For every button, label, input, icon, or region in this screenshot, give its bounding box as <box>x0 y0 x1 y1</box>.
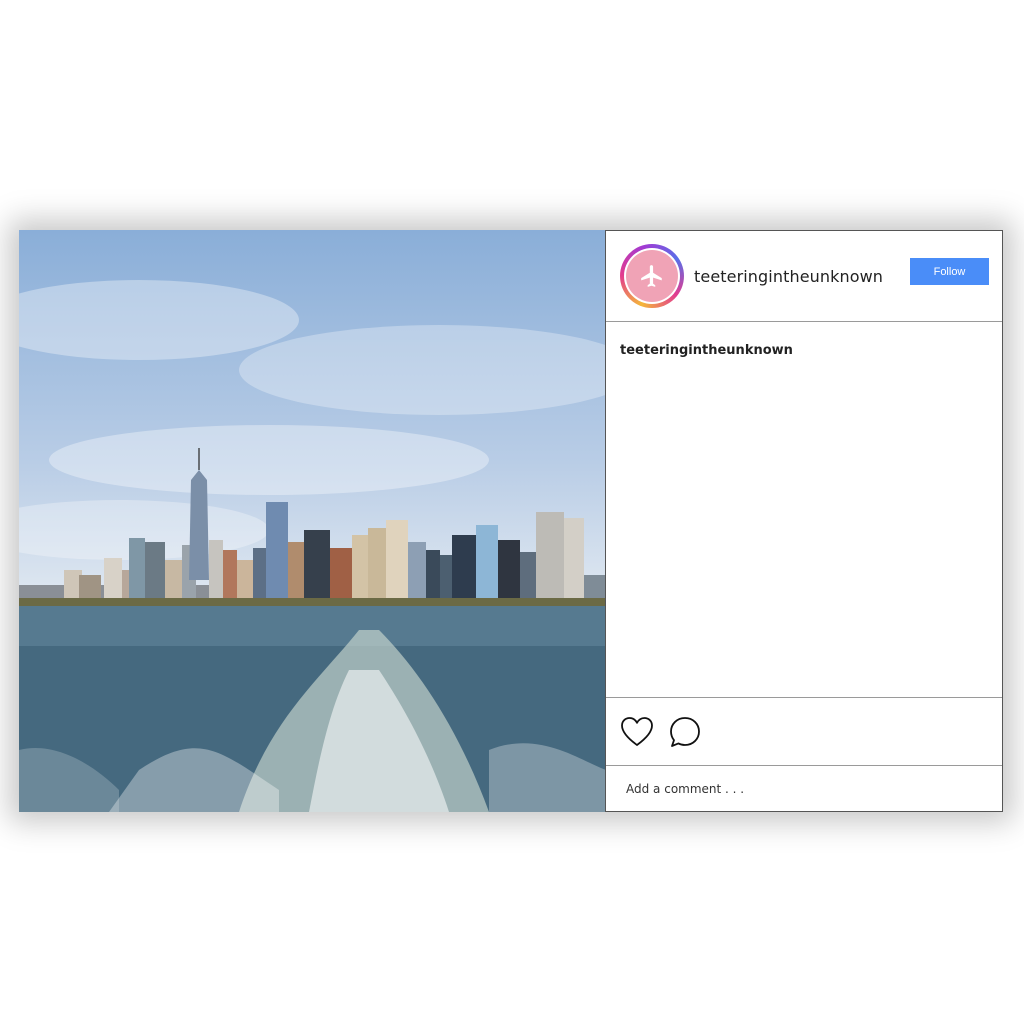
follow-button[interactable]: Follow <box>910 258 989 285</box>
comment-input[interactable] <box>624 780 928 797</box>
post-header: teeteringintheunknown Follow <box>606 231 1002 322</box>
header-username[interactable]: teeteringintheunknown <box>694 267 883 286</box>
post-sidebar: teeteringintheunknown Follow teeteringin… <box>606 230 1003 812</box>
avatar[interactable] <box>620 244 684 308</box>
skyline-image <box>19 280 605 812</box>
comment-icon[interactable] <box>668 715 702 749</box>
post-photo[interactable] <box>19 230 606 812</box>
action-bar <box>606 698 1002 766</box>
heart-icon[interactable] <box>620 716 654 748</box>
airplane-icon <box>641 265 662 287</box>
post-card: teeteringintheunknown Follow teeteringin… <box>19 230 1003 812</box>
caption-area: teeteringintheunknown <box>606 322 1002 698</box>
comment-row <box>606 766 1002 811</box>
caption-username[interactable]: teeteringintheunknown <box>620 343 793 358</box>
